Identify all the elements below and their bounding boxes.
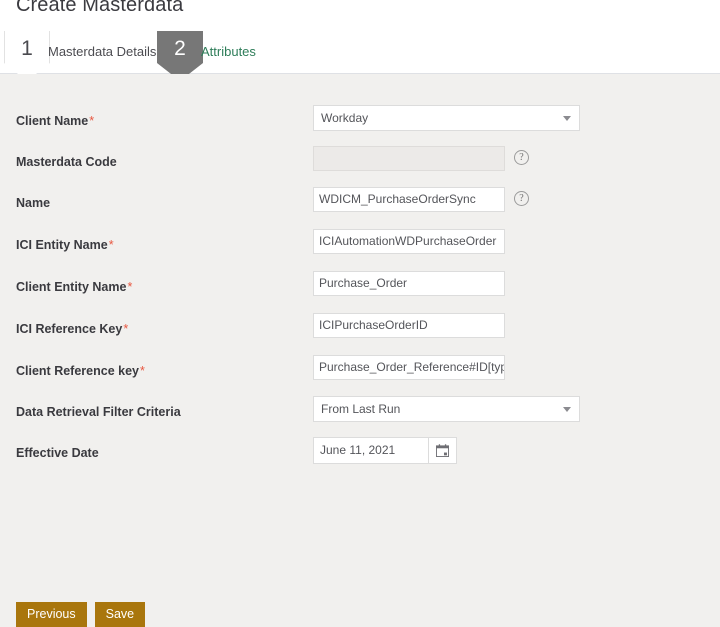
label-ici-entity-name: ICI Entity Name* (16, 238, 114, 252)
label-name: Name (16, 196, 51, 210)
label-client-name: Client Name* (16, 114, 95, 128)
required-marker (181, 405, 182, 419)
chevron-down-icon (563, 407, 571, 412)
input-client-reference-key[interactable]: Purchase_Order_Reference#ID[type= (313, 355, 505, 380)
form-row-client-entity-name: Client Entity Name* Purchase_Order (0, 271, 720, 313)
control-data-retrieval-filter-criteria: From Last Run (313, 396, 580, 422)
input-ici-reference-key[interactable]: ICIPurchaseOrderID (313, 313, 505, 338)
label-masterdata-code: Masterdata Code (16, 155, 118, 169)
control-client-reference-key: Purchase_Order_Reference#ID[type= (313, 355, 505, 380)
required-marker: * (108, 238, 114, 252)
step-number-1: 1 (21, 37, 33, 60)
control-client-entity-name: Purchase_Order (313, 271, 505, 296)
date-picker-effective-date: June 11, 2021 (313, 437, 457, 464)
control-ici-entity-name: ICIAutomationWDPurchaseOrder (313, 229, 505, 254)
required-marker: * (139, 364, 145, 378)
page-title: Create Masterdata (16, 0, 184, 16)
help-icon-masterdata-code[interactable]: ? (514, 150, 529, 165)
step-label-attributes: Attributes (201, 44, 256, 59)
required-marker (99, 446, 100, 460)
step-label-masterdata-details: Masterdata Details (48, 44, 157, 59)
form-row-client-reference-key: Client Reference key* Purchase_Order_Ref… (0, 355, 720, 397)
save-button[interactable]: Save (94, 602, 146, 627)
control-effective-date: June 11, 2021 (313, 437, 457, 464)
required-marker: * (89, 114, 95, 128)
input-ici-entity-name[interactable]: ICIAutomationWDPurchaseOrder (313, 229, 505, 254)
form-row-client-name: Client Name* Workday (0, 105, 720, 147)
required-marker (50, 196, 51, 210)
input-masterdata-code (313, 146, 505, 171)
form-row-effective-date: Effective Date June 11, 2021 (0, 437, 720, 479)
required-marker: * (123, 322, 129, 336)
control-ici-reference-key: ICIPurchaseOrderID (313, 313, 505, 338)
input-client-entity-name[interactable]: Purchase_Order (313, 271, 505, 296)
form-row-masterdata-code: Masterdata Code ? (0, 146, 720, 188)
label-client-entity-name: Client Entity Name* (16, 280, 133, 294)
select-client-name[interactable]: Workday (313, 105, 580, 131)
required-marker: * (127, 280, 133, 294)
input-effective-date[interactable]: June 11, 2021 (313, 437, 428, 464)
input-name[interactable]: WDICM_PurchaseOrderSync (313, 187, 505, 212)
calendar-button[interactable] (428, 437, 457, 464)
form-row-ici-entity-name: ICI Entity Name* ICIAutomationWDPurchase… (0, 229, 720, 271)
form-row-ici-reference-key: ICI Reference Key* ICIPurchaseOrderID (0, 313, 720, 355)
step-number-2: 2 (174, 37, 186, 60)
control-client-name: Workday (313, 105, 580, 131)
select-data-retrieval-filter-criteria[interactable]: From Last Run (313, 396, 580, 422)
masterdata-form: Client Name* Workday Masterdata Code ? N… (0, 74, 720, 627)
help-icon-name[interactable]: ? (514, 191, 529, 206)
label-ici-reference-key: ICI Reference Key* (16, 322, 129, 336)
select-value-data-retrieval-filter-criteria: From Last Run (321, 402, 401, 416)
form-actions: Previous Save (16, 602, 146, 627)
required-marker (117, 155, 118, 169)
control-name: WDICM_PurchaseOrderSync ? (313, 187, 529, 212)
form-row-name: Name WDICM_PurchaseOrderSync ? (0, 187, 720, 229)
chevron-down-icon (563, 116, 571, 121)
calendar-icon (436, 444, 449, 457)
select-value-client-name: Workday (321, 111, 369, 125)
form-row-data-retrieval-filter-criteria: Data Retrieval Filter Criteria From Last… (0, 396, 720, 438)
label-data-retrieval-filter-criteria: Data Retrieval Filter Criteria (16, 405, 182, 419)
previous-button[interactable]: Previous (16, 602, 87, 627)
label-client-reference-key: Client Reference key* (16, 364, 145, 378)
label-effective-date: Effective Date (16, 446, 100, 460)
page-header: Create Masterdata 1 Masterdata Details 2… (0, 0, 720, 81)
control-masterdata-code: ? (313, 146, 529, 171)
